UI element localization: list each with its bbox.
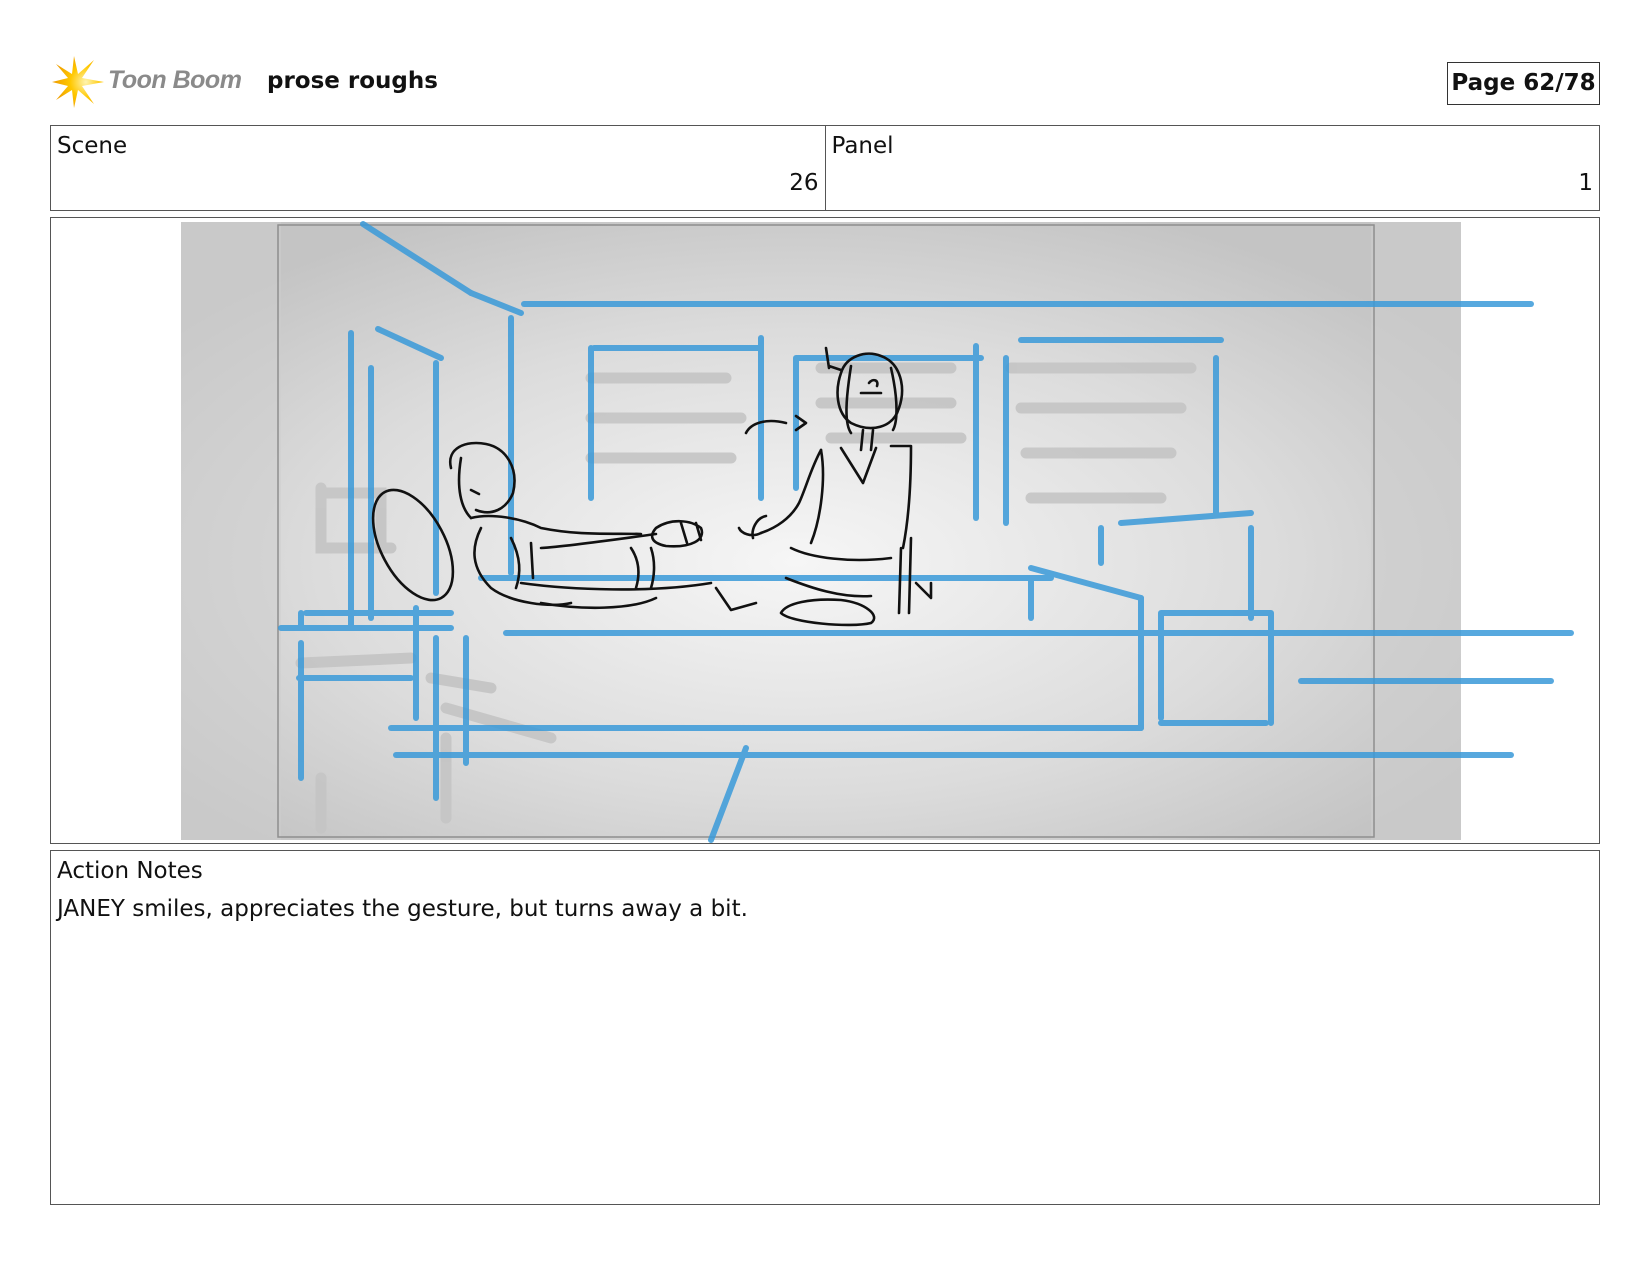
panel-label: Panel bbox=[831, 133, 894, 159]
scene-value: 26 bbox=[789, 170, 819, 196]
page-indicator: Page 62/78 bbox=[1447, 62, 1600, 105]
panel-value: 1 bbox=[1578, 170, 1593, 196]
starburst-icon bbox=[52, 56, 104, 108]
scene-cell: Scene 26 bbox=[51, 126, 825, 210]
logo-wordmark: Toon Boom bbox=[108, 66, 242, 94]
panel-cell: Panel 1 bbox=[824, 126, 1600, 210]
action-notes-text: JANEY smiles, appreciates the gesture, b… bbox=[57, 896, 748, 922]
storyboard-sketch bbox=[181, 221, 1574, 843]
action-notes-label: Action Notes bbox=[57, 858, 203, 884]
action-notes-box: Action Notes JANEY smiles, appreciates t… bbox=[50, 850, 1600, 1205]
project-title: prose roughs bbox=[267, 68, 438, 94]
storyboard-panel bbox=[50, 217, 1600, 844]
scene-panel-table: Scene 26 Panel 1 bbox=[50, 125, 1600, 211]
scene-label: Scene bbox=[57, 133, 128, 159]
